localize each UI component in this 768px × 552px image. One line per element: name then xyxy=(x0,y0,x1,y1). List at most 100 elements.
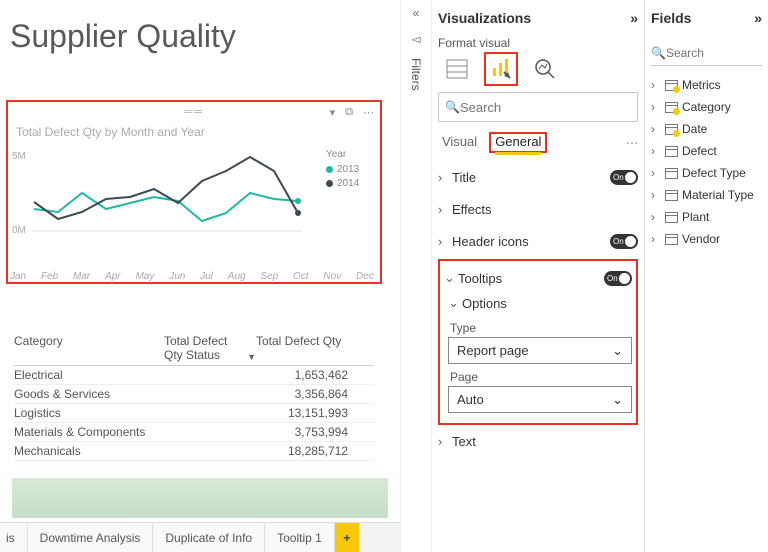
fields-title: Fields xyxy=(651,10,691,26)
tooltip-type-dropdown[interactable]: Report page⌄ xyxy=(448,337,632,364)
chevron-right-icon: › xyxy=(651,188,661,202)
chevron-right-icon: › xyxy=(438,234,452,249)
col-status[interactable]: Total Defect Qty Status▼ xyxy=(164,334,256,362)
fields-search-input[interactable] xyxy=(666,46,768,60)
legend-label: 2014 xyxy=(337,178,359,189)
chevron-down-icon: ⌄ xyxy=(448,295,462,311)
tooltip-page-dropdown[interactable]: Auto⌄ xyxy=(448,386,632,413)
page-tabs: is Downtime Analysis Duplicate of Info T… xyxy=(0,522,400,552)
chevron-right-icon: › xyxy=(651,166,661,180)
chevron-down-icon: ⌄ xyxy=(612,343,623,359)
build-visual-icon[interactable] xyxy=(444,56,470,82)
section-options[interactable]: ⌄Options xyxy=(448,291,632,315)
col-qty[interactable]: Total Defect Qty xyxy=(256,334,374,362)
format-search[interactable]: 🔍 xyxy=(438,92,638,122)
section-effects[interactable]: ›Effects xyxy=(438,193,638,225)
table-icon xyxy=(665,146,678,157)
analytics-icon[interactable] xyxy=(532,56,558,82)
type-label: Type xyxy=(450,321,632,335)
page-label: Page xyxy=(450,370,632,384)
sort-desc-icon[interactable]: ▼ xyxy=(247,352,256,362)
more-options-icon[interactable]: ⋯ xyxy=(363,106,374,119)
field-table[interactable]: ›Vendor xyxy=(651,228,762,250)
format-visual-label: Format visual xyxy=(438,36,638,50)
map-visual[interactable] xyxy=(12,478,388,518)
field-table[interactable]: ›Defect xyxy=(651,140,762,162)
tab-general[interactable]: General xyxy=(495,134,541,155)
section-text[interactable]: ›Text xyxy=(438,425,638,457)
table-icon xyxy=(665,234,678,245)
section-header-icons[interactable]: ›Header iconsOn xyxy=(438,225,638,257)
legend-label: 2013 xyxy=(337,164,359,175)
chevron-down-icon: ⌄ xyxy=(444,270,458,286)
section-title[interactable]: ›TitleOn xyxy=(438,161,638,193)
collapse-icon[interactable]: » xyxy=(630,10,638,26)
filters-label: Filters xyxy=(409,58,423,91)
chevron-right-icon: › xyxy=(651,232,661,246)
fields-search[interactable]: 🔍 xyxy=(651,40,762,66)
expand-icon[interactable]: « xyxy=(413,6,420,20)
chevron-right-icon: › xyxy=(651,122,661,136)
y-tick: 0M xyxy=(12,225,26,236)
fields-pane: Fields » 🔍 ›Metrics ›Category ›Date ›Defe… xyxy=(645,0,768,552)
drag-handle-icon[interactable]: ══ xyxy=(184,106,204,118)
search-icon: 🔍 xyxy=(445,100,460,114)
add-page-button[interactable]: + xyxy=(335,523,360,552)
field-table[interactable]: ›Category xyxy=(651,96,762,118)
chart-plot-area: 5M 0M xyxy=(14,147,322,271)
page-tab[interactable]: Duplicate of Info xyxy=(153,523,265,552)
col-category[interactable]: Category xyxy=(14,334,164,362)
x-axis-labels: JanFebMarAprMayJunJulAugSepOctNovDec xyxy=(8,271,380,286)
table-icon xyxy=(665,168,678,179)
chevron-right-icon: › xyxy=(438,434,452,449)
visualizations-pane: Visualizations » Format visual 🔍 Visual … xyxy=(432,0,645,552)
table-row: Materials & Components3,753,994 xyxy=(14,423,374,442)
table-row: Logistics13,151,993 xyxy=(14,404,374,423)
table-icon xyxy=(665,124,678,135)
page-tab[interactable]: Tooltip 1 xyxy=(265,523,335,552)
visualizations-title: Visualizations xyxy=(438,10,531,26)
line-chart-visual[interactable]: ══ ▾ ⧉ ⋯ Total Defect Qty by Month and Y… xyxy=(6,100,382,284)
chevron-right-icon: › xyxy=(651,210,661,224)
chevron-right-icon: › xyxy=(438,170,452,185)
table-row: Goods & Services3,356,864 xyxy=(14,385,374,404)
toggle-on[interactable]: On xyxy=(604,271,632,286)
filters-pane-collapsed[interactable]: « ◅ Filters xyxy=(400,0,432,552)
table-row: Mechanicals18,285,712 xyxy=(14,442,374,461)
chevron-down-icon: ⌄ xyxy=(612,392,623,408)
section-tooltips[interactable]: ⌄TooltipsOn xyxy=(444,265,632,291)
field-table[interactable]: ›Metrics xyxy=(651,74,762,96)
table-icon xyxy=(665,212,678,223)
field-table[interactable]: ›Defect Type xyxy=(651,162,762,184)
collapse-icon[interactable]: » xyxy=(754,10,762,26)
table-row: Electrical1,653,462 xyxy=(14,366,374,385)
format-visual-icon[interactable] xyxy=(488,56,514,82)
field-table[interactable]: ›Material Type xyxy=(651,184,762,206)
category-table[interactable]: Category Total Defect Qty Status▼ Total … xyxy=(14,334,374,461)
tab-visual[interactable]: Visual xyxy=(442,134,477,152)
toggle-on[interactable]: On xyxy=(610,170,638,185)
chart-svg xyxy=(14,147,304,247)
page-tab[interactable]: is xyxy=(0,523,28,552)
more-icon[interactable]: ⋯ xyxy=(626,136,638,150)
format-search-input[interactable] xyxy=(460,100,636,115)
field-table[interactable]: ›Plant xyxy=(651,206,762,228)
table-icon xyxy=(665,80,678,91)
focus-mode-icon[interactable]: ⧉ xyxy=(345,106,353,119)
chevron-right-icon: › xyxy=(651,78,661,92)
legend-swatch xyxy=(326,166,333,173)
toggle-on[interactable]: On xyxy=(610,234,638,249)
chevron-right-icon: › xyxy=(438,202,452,217)
page-tab[interactable]: Downtime Analysis xyxy=(28,523,154,552)
section-tooltips-expanded: ⌄TooltipsOn ⌄Options Type Report page⌄ P… xyxy=(438,259,638,425)
chevron-right-icon: › xyxy=(651,100,661,114)
y-tick: 5M xyxy=(12,151,26,162)
chart-title: Total Defect Qty by Month and Year xyxy=(8,123,380,141)
legend-swatch xyxy=(326,180,333,187)
table-icon xyxy=(665,102,678,113)
field-table[interactable]: ›Date xyxy=(651,118,762,140)
filter-icon[interactable]: ▾ xyxy=(330,106,336,119)
table-icon xyxy=(665,190,678,201)
filters-icon[interactable]: ◅ xyxy=(411,32,420,46)
chart-legend: Year 2013 2014 xyxy=(322,141,380,271)
